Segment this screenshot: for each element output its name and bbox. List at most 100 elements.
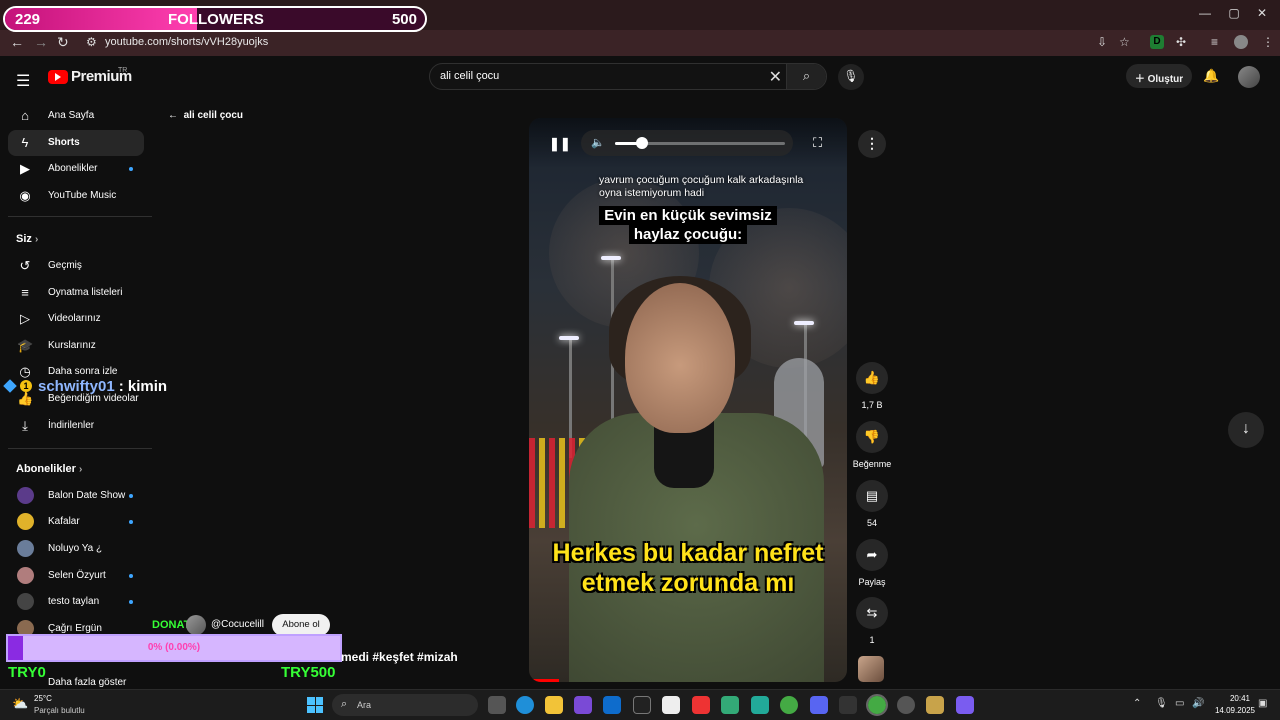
whatsapp-icon[interactable] (751, 696, 769, 714)
app-a-icon[interactable] (633, 696, 651, 714)
app-dark-icon[interactable] (839, 696, 857, 714)
voice-search-button[interactable]: 🎙 (838, 64, 864, 90)
extension-d-icon[interactable]: D (1150, 35, 1164, 49)
close-window-icon[interactable]: ✕ (1252, 6, 1272, 20)
tray-network-icon[interactable]: ▭ (1175, 698, 1184, 709)
forward-icon[interactable]: → (34, 34, 48, 50)
profile-avatar-icon[interactable] (1234, 35, 1248, 49)
clear-search-icon[interactable]: ✕ (769, 67, 782, 87)
sidebar-channel[interactable]: Selen Özyurt (8, 563, 144, 589)
notification-icon[interactable]: ▣ (1258, 698, 1267, 709)
app-grid-icon[interactable] (721, 696, 739, 714)
your-videos-icon: ▷ (20, 311, 30, 326)
url-text[interactable]: youtube.com/shorts/vVH28yuojks (105, 36, 268, 48)
taskbar-search[interactable]: ⌕ Ara (332, 694, 478, 716)
search-icon: ⌕ (341, 698, 348, 710)
sidebar-item-subscriptions[interactable]: ▶ Abonelikler (8, 156, 144, 182)
back-to-search-link[interactable]: ← ali celil çocu (168, 110, 243, 121)
dislike-action[interactable]: 👎 Beğenme (852, 421, 892, 469)
volume-slider[interactable] (615, 137, 785, 149)
minimize-icon[interactable]: — (1195, 6, 1215, 20)
fullscreen-icon[interactable]: ⛶ (813, 135, 822, 151)
sidebar-channel[interactable]: Noluyo Ya ¿ (8, 536, 144, 562)
notifications-bell-icon[interactable]: 🔔 (1203, 68, 1219, 84)
sidebar-item-your-videos[interactable]: ▷ Videolarınız (8, 306, 144, 332)
extensions-icon[interactable]: ✣ (1176, 35, 1186, 49)
app-red-icon[interactable] (692, 696, 710, 714)
video-scene (559, 336, 579, 340)
back-icon[interactable]: ← (10, 34, 24, 50)
sidebar-heading-you[interactable]: Siz › (16, 233, 38, 245)
search-input[interactable]: ali celil çocu (440, 70, 499, 82)
thumbs-up-icon[interactable]: 👍 (856, 362, 888, 394)
remix-action[interactable]: ⇆ 1 (852, 597, 892, 645)
tray-volume-icon[interactable]: 🔊 (1192, 698, 1204, 709)
account-avatar[interactable] (1238, 66, 1260, 88)
app-purple-icon[interactable] (956, 696, 974, 714)
video-progress-bar[interactable] (529, 679, 559, 682)
edge-icon[interactable] (516, 696, 534, 714)
donate-channel-name[interactable]: @Cocucelill (211, 619, 264, 630)
video-hashtags[interactable]: medi #keşfet #mizah (341, 650, 458, 664)
sidebar-item-shorts[interactable]: ϟ Shorts (8, 130, 144, 156)
sidebar-item-playlists[interactable]: ≡ Oynatma listeleri (8, 280, 144, 306)
install-app-icon[interactable]: ⇩ (1097, 35, 1107, 49)
search-box[interactable]: ali celil çocu ✕ ⌕ (429, 63, 827, 90)
comments-action[interactable]: ▤ 54 (852, 480, 892, 528)
share-icon[interactable]: ➦ (856, 539, 888, 571)
taskbar-date[interactable]: 14.09.2025 (1210, 706, 1260, 715)
browser-menu-icon[interactable]: ⋮ (1262, 35, 1274, 49)
like-action[interactable]: 👍 1,7 B (852, 362, 892, 410)
volume-control[interactable]: 🔈 (581, 130, 793, 156)
outlook-icon[interactable] (603, 696, 621, 714)
discord-icon[interactable] (810, 696, 828, 714)
copilot-icon[interactable] (574, 696, 592, 714)
share-action[interactable]: ➦ Paylaş (852, 539, 892, 587)
chrome-active-icon[interactable] (866, 694, 888, 716)
search-button[interactable]: ⌕ (786, 64, 826, 89)
next-short-button[interactable]: ↓ (1228, 412, 1264, 448)
league-icon[interactable] (926, 696, 944, 714)
sidebar-item-downloads[interactable]: ⤓ İndirilenler (8, 413, 144, 439)
obs-icon[interactable] (897, 696, 915, 714)
sidebar-item-label: Çağrı Ergün (48, 623, 102, 634)
reload-icon[interactable]: ↻ (57, 34, 69, 51)
sidebar-channel[interactable]: Balon Date Show (8, 483, 144, 509)
sidebar-channel[interactable]: Kafalar (8, 509, 144, 535)
sidebar-heading-subscriptions[interactable]: Abonelikler › (16, 463, 82, 475)
taskbar-time[interactable]: 20:41 (1220, 694, 1260, 703)
comment-icon[interactable]: ▤ (856, 480, 888, 512)
pause-icon[interactable]: ❚❚ (549, 136, 571, 152)
site-info-icon[interactable]: ⚙ (86, 35, 97, 49)
sidebar-divider (8, 216, 152, 217)
maximize-icon[interactable]: ▢ (1224, 6, 1244, 20)
hamburger-menu-icon[interactable]: ☰ (16, 71, 30, 91)
task-view-icon[interactable] (488, 696, 506, 714)
courses-icon: 🎓 (17, 338, 34, 353)
weather-icon[interactable]: ⛅ (12, 696, 28, 712)
create-button[interactable]: ＋ Oluştur (1126, 64, 1192, 88)
remix-icon[interactable]: ⇆ (856, 597, 888, 629)
start-button[interactable] (307, 697, 323, 713)
sidebar-item-youtube-music[interactable]: ◉ YouTube Music (8, 183, 144, 209)
channel-thumbnail[interactable] (858, 656, 884, 682)
show-more-link[interactable]: Daha fazla göster (48, 677, 126, 688)
more-options-button[interactable]: ⋮ (858, 130, 886, 158)
sidebar-channel[interactable]: testo taylan (8, 589, 144, 615)
subscribe-button[interactable]: Abone ol (272, 614, 330, 636)
media-controls-icon[interactable]: ≡ (1211, 35, 1218, 49)
thumbs-down-icon[interactable]: 👎 (856, 421, 888, 453)
amazon-icon[interactable] (662, 696, 680, 714)
volume-knob[interactable] (636, 137, 649, 149)
chevron-right-icon: › (78, 464, 83, 475)
followers-goal: 500 (391, 11, 417, 28)
sidebar-item-courses[interactable]: 🎓 Kurslarınız (8, 333, 144, 359)
chrome-icon[interactable] (780, 696, 798, 714)
tray-mic-icon[interactable]: 🎙 (1155, 698, 1168, 709)
tray-chevron-icon[interactable]: ⌃ (1133, 698, 1141, 709)
sidebar-item-home[interactable]: ⌂ Ana Sayfa (8, 103, 144, 129)
bookmark-star-icon[interactable]: ☆ (1119, 35, 1130, 49)
shorts-video-player[interactable]: ❚❚ 🔈 ⛶ yavrum çocuğum çocuğum kalk arkad… (529, 118, 847, 682)
sidebar-item-history[interactable]: ↺ Geçmiş (8, 253, 144, 279)
file-explorer-icon[interactable] (545, 696, 563, 714)
